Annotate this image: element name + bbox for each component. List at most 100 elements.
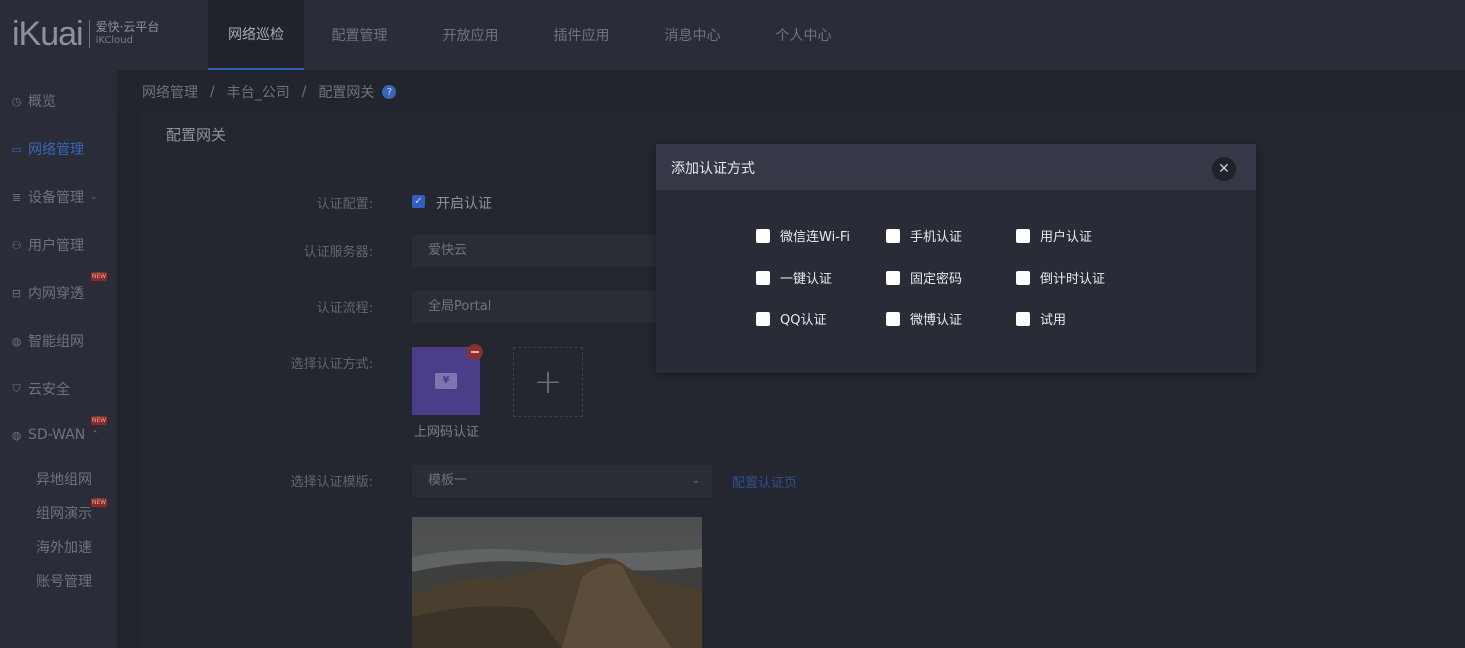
minus-icon[interactable] — [467, 344, 483, 360]
top-bar: iKuai 爱快·云平台 iKCloud 网络巡检 配置管理 开放应用 插件应用… — [0, 0, 1465, 70]
logo-text: 爱快·云平台 iKCloud — [96, 21, 160, 47]
option-label: 微博认证 — [910, 313, 963, 328]
chevron-up-icon: ⌃ — [91, 430, 99, 440]
dialog-title: 添加认证方式 — [671, 161, 755, 177]
option-user-auth[interactable]: 用户认证 — [1016, 226, 1092, 245]
option-trial[interactable]: 试用 — [1016, 309, 1066, 328]
sidebar-item-label: 设备管理 — [28, 190, 84, 206]
option-label: 用户认证 — [1040, 230, 1093, 245]
checkbox[interactable] — [756, 311, 770, 326]
auth-method-label: 选择认证方式: — [290, 357, 373, 372]
new-badge: NEW — [91, 498, 107, 507]
nav-message-center[interactable]: 消息中心 — [637, 0, 748, 70]
sidebar-item-sd-wan[interactable]: ◍ SD-WAN ⌃ — [10, 427, 99, 443]
template-preview-image — [412, 517, 702, 648]
option-weibo-auth[interactable]: 微博认证 — [886, 309, 962, 328]
option-label: 固定密码 — [910, 272, 963, 287]
add-auth-method-button[interactable]: + — [513, 347, 583, 417]
logo-divider — [88, 20, 90, 48]
option-phone-auth[interactable]: 手机认证 — [886, 226, 962, 245]
enable-auth-label[interactable]: 开启认证 — [436, 193, 492, 213]
sidebar-item-cloud-security[interactable]: ⛉ 云安全 — [10, 379, 70, 399]
breadcrumb-item[interactable]: 丰台_公司 — [227, 82, 290, 102]
new-badge: NEW — [91, 272, 107, 281]
monitor-icon: ▭ — [11, 142, 22, 156]
enable-auth-checkbox[interactable]: ✓ — [412, 195, 425, 208]
option-one-click-auth[interactable]: 一键认证 — [756, 268, 832, 287]
chevron-down-icon: ⌄ — [90, 192, 98, 202]
sidebar-item-network-management[interactable]: ▭ 网络管理 — [10, 139, 84, 159]
option-label: 手机认证 — [910, 230, 963, 245]
breadcrumb: 网络管理 / 丰台_公司 / 配置网关 ? — [142, 82, 397, 102]
ticket-icon: ¥ — [435, 373, 457, 389]
page-title: 配置网关 — [166, 126, 227, 144]
nav-personal-center[interactable]: 个人中心 — [748, 0, 859, 70]
sidebar-subitem-account-management[interactable]: 账号管理 — [36, 571, 92, 591]
sidebar-subitem-overseas-acceleration[interactable]: 海外加速 — [36, 537, 92, 557]
option-label: 一键认证 — [780, 272, 833, 287]
globe-icon: ◍ — [11, 334, 22, 348]
checkbox[interactable] — [1016, 228, 1030, 243]
sidebar-item-smart-networking[interactable]: ◍ 智能组网 — [10, 331, 84, 351]
sidebar-item-user-management[interactable]: ⚇ 用户管理 — [10, 235, 84, 255]
breadcrumb-current: 配置网关 — [318, 85, 375, 101]
close-icon[interactable]: ✕ — [1212, 157, 1236, 181]
breadcrumb-item[interactable]: 网络管理 — [142, 82, 198, 102]
auth-template-value: 模板一 — [428, 473, 468, 488]
configure-auth-page-link[interactable]: 配置认证页 — [732, 472, 797, 491]
logo[interactable]: iKuai 爱快·云平台 iKCloud — [12, 14, 159, 54]
breadcrumb-separator: / — [301, 84, 307, 100]
sidebar-item-overview[interactable]: ◷ 概览 — [10, 91, 56, 111]
checkbox[interactable] — [756, 228, 770, 243]
sidebar-item-label: 用户管理 — [28, 238, 84, 254]
option-label: 倒计时认证 — [1040, 272, 1106, 287]
grid-icon: ⊟ — [11, 286, 22, 300]
option-qq-auth[interactable]: QQ认证 — [756, 309, 826, 328]
option-countdown-auth[interactable]: 倒计时认证 — [1016, 268, 1105, 287]
chevron-down-icon: ⌄ — [691, 475, 700, 486]
nav-config-management[interactable]: 配置管理 — [304, 0, 415, 70]
sidebar-item-label: 内网穿透 — [28, 286, 84, 302]
sidebar-item-device-management[interactable]: ≣ 设备管理 ⌄ — [10, 187, 98, 207]
sidebar-item-label: SD-WAN — [28, 427, 86, 443]
shield-icon: ⛉ — [12, 382, 21, 395]
auth-template-select[interactable]: 模板一 ⌄ — [412, 465, 712, 497]
plus-icon: + — [533, 362, 563, 402]
auth-template-label: 选择认证模版: — [290, 475, 373, 490]
checkbox[interactable] — [1016, 270, 1030, 285]
option-label: 试用 — [1040, 313, 1067, 328]
help-icon[interactable]: ? — [382, 85, 397, 99]
checkbox[interactable] — [1016, 311, 1030, 326]
checkbox[interactable] — [886, 270, 900, 285]
auth-config-label: 认证配置: — [316, 197, 373, 212]
sidebar-item-label: 智能组网 — [28, 334, 84, 350]
option-fixed-password[interactable]: 固定密码 — [886, 268, 962, 287]
top-nav: 网络巡检 配置管理 开放应用 插件应用 消息中心 个人中心 — [208, 0, 859, 70]
sidebar-item-label: 概览 — [28, 94, 56, 110]
sidebar-item-intranet-penetration[interactable]: ⊟ 内网穿透 — [10, 283, 84, 303]
new-badge: NEW — [91, 416, 107, 425]
dialog-header: 添加认证方式 ✕ — [656, 144, 1256, 190]
checkbox[interactable] — [886, 228, 900, 243]
nav-network-inspection[interactable]: 网络巡检 — [208, 0, 304, 70]
sidebar-subitem-remote-networking[interactable]: 异地组网 — [36, 469, 92, 489]
checkbox[interactable] — [756, 270, 770, 285]
logo-cn: 爱快·云平台 — [95, 20, 160, 34]
add-auth-method-dialog: 添加认证方式 ✕ 微信连Wi-Fi 手机认证 用户认证 一键认证 固定密码 倒计… — [656, 144, 1256, 373]
option-label: 微信连Wi-Fi — [780, 230, 851, 245]
breadcrumb-separator: / — [210, 84, 215, 100]
sidebar-item-label: 网络管理 — [28, 142, 84, 158]
sidebar-subitem-networking-demo[interactable]: 组网演示 — [36, 503, 92, 523]
globe-icon: ◍ — [11, 428, 22, 442]
option-label: QQ认证 — [780, 313, 827, 328]
clock-icon: ◷ — [11, 94, 22, 108]
nav-open-apps[interactable]: 开放应用 — [415, 0, 526, 70]
checkbox[interactable] — [886, 311, 900, 326]
nav-plugin-apps[interactable]: 插件应用 — [526, 0, 637, 70]
auth-server-label: 认证服务器: — [303, 245, 373, 260]
option-wechat-wifi[interactable]: 微信连Wi-Fi — [756, 226, 850, 245]
auth-flow-label: 认证流程: — [316, 301, 373, 316]
auth-method-tile-label: 上网码认证 — [414, 425, 480, 440]
user-icon: ⚇ — [11, 238, 22, 252]
logo-en: iKCloud — [95, 35, 133, 46]
